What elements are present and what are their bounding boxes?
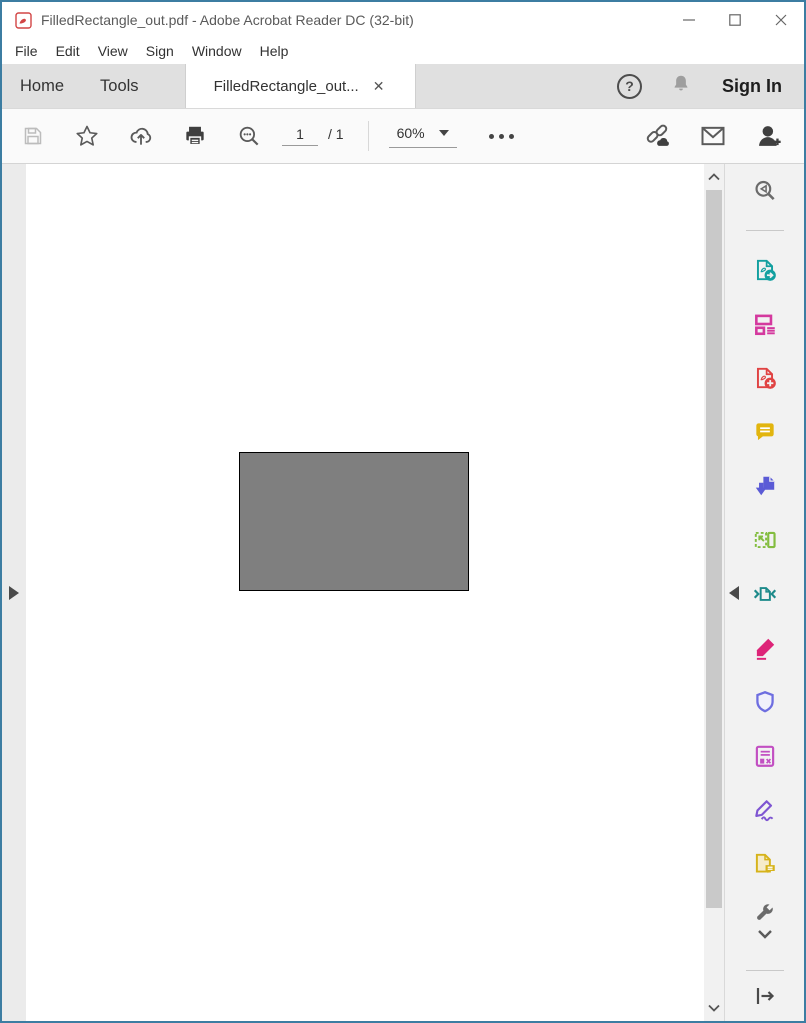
window-title: FilledRectangle_out.pdf - Adobe Acrobat … bbox=[41, 12, 414, 28]
chevron-down-icon bbox=[708, 1004, 720, 1012]
menu-help[interactable]: Help bbox=[251, 38, 298, 64]
tool-create-pdf-icon[interactable] bbox=[750, 363, 780, 393]
maximize-button[interactable] bbox=[712, 2, 758, 38]
email-button[interactable] bbox=[698, 119, 728, 153]
print-button[interactable] bbox=[180, 119, 210, 153]
collapse-tools-panel-icon[interactable] bbox=[729, 586, 739, 600]
page-count-label: / 1 bbox=[328, 126, 344, 142]
pdf-rectangle bbox=[239, 452, 469, 591]
toolbar-separator bbox=[368, 121, 369, 151]
find-button[interactable] bbox=[234, 119, 264, 153]
sign-in-button[interactable]: Sign In bbox=[722, 76, 782, 97]
tool-search-icon[interactable] bbox=[750, 176, 780, 206]
person-add-icon bbox=[755, 122, 783, 150]
close-button[interactable] bbox=[758, 2, 804, 38]
pdf-page bbox=[26, 164, 704, 1021]
help-icon[interactable]: ? bbox=[617, 74, 642, 99]
scroll-up-button[interactable] bbox=[704, 166, 724, 188]
save-icon bbox=[21, 124, 45, 148]
expand-nav-pane-icon[interactable] bbox=[9, 586, 19, 600]
tools-panel-divider bbox=[746, 970, 784, 971]
zoom-control[interactable]: 60% bbox=[389, 125, 457, 148]
tool-more-tools[interactable] bbox=[753, 903, 777, 939]
menu-view[interactable]: View bbox=[89, 38, 137, 64]
tools-panel-divider bbox=[746, 230, 784, 231]
menu-bar: File Edit View Sign Window Help bbox=[2, 38, 804, 64]
pdf-file-icon bbox=[15, 12, 32, 29]
tools-panel bbox=[724, 164, 804, 1021]
minimize-button[interactable] bbox=[666, 2, 712, 38]
save-button[interactable] bbox=[18, 119, 48, 153]
star-button[interactable] bbox=[72, 119, 102, 153]
maximize-icon bbox=[729, 14, 741, 26]
tool-combine-files-icon[interactable] bbox=[750, 471, 780, 501]
cloud-upload-icon bbox=[128, 123, 154, 149]
tool-send-for-comments-icon[interactable] bbox=[750, 849, 780, 879]
share-link-button[interactable] bbox=[642, 119, 672, 153]
tab-document-label: FilledRectangle_out... bbox=[214, 78, 359, 95]
star-icon bbox=[74, 123, 100, 149]
chevron-down-icon[interactable] bbox=[757, 929, 773, 939]
chevron-down-icon bbox=[439, 130, 449, 136]
tab-tools[interactable]: Tools bbox=[82, 64, 157, 108]
vertical-scrollbar[interactable] bbox=[704, 164, 724, 1021]
open-tools-pane-icon[interactable] bbox=[750, 981, 780, 1011]
toolbar: / 1 60% bbox=[2, 108, 804, 164]
tool-organize-pages-icon[interactable] bbox=[750, 525, 780, 555]
tool-compress-pdf-icon[interactable] bbox=[750, 579, 780, 609]
title-bar: FilledRectangle_out.pdf - Adobe Acrobat … bbox=[2, 2, 804, 38]
notifications-button[interactable] bbox=[670, 72, 692, 101]
wrench-icon bbox=[753, 903, 777, 927]
menu-sign[interactable]: Sign bbox=[137, 38, 183, 64]
tab-home[interactable]: Home bbox=[2, 64, 82, 108]
envelope-icon bbox=[699, 122, 727, 150]
scrollbar-thumb[interactable] bbox=[706, 190, 722, 908]
scroll-down-button[interactable] bbox=[704, 997, 724, 1019]
tool-protect-icon[interactable] bbox=[750, 687, 780, 717]
document-area bbox=[2, 164, 804, 1021]
acrobat-window: FilledRectangle_out.pdf - Adobe Acrobat … bbox=[0, 0, 806, 1023]
bell-icon bbox=[670, 72, 692, 96]
tool-edit-pdf-icon[interactable] bbox=[750, 309, 780, 339]
tool-redact-icon[interactable] bbox=[750, 741, 780, 771]
chevron-up-icon bbox=[708, 173, 720, 181]
tab-close-icon[interactable]: ✕ bbox=[371, 77, 387, 95]
print-icon bbox=[182, 123, 208, 149]
tool-export-pdf-icon[interactable] bbox=[750, 255, 780, 285]
tab-document[interactable]: FilledRectangle_out... ✕ bbox=[185, 64, 416, 108]
close-icon bbox=[775, 14, 787, 26]
menu-edit[interactable]: Edit bbox=[47, 38, 89, 64]
page-number-input[interactable] bbox=[282, 126, 318, 146]
tab-bar: Home Tools FilledRectangle_out... ✕ ? Si… bbox=[2, 64, 804, 108]
tool-comment-icon[interactable] bbox=[750, 417, 780, 447]
more-options-button[interactable] bbox=[489, 134, 514, 139]
upload-cloud-button[interactable] bbox=[126, 119, 156, 153]
profile-button[interactable] bbox=[754, 119, 784, 153]
navigation-pane-strip bbox=[2, 164, 26, 1021]
share-link-icon bbox=[643, 122, 671, 150]
minimize-icon bbox=[683, 14, 695, 26]
menu-file[interactable]: File bbox=[6, 38, 47, 64]
tool-fill-sign-icon[interactable] bbox=[750, 633, 780, 663]
tool-adobe-sign-icon[interactable] bbox=[750, 795, 780, 825]
zoom-value: 60% bbox=[397, 125, 425, 141]
menu-window[interactable]: Window bbox=[183, 38, 251, 64]
search-icon bbox=[236, 123, 262, 149]
